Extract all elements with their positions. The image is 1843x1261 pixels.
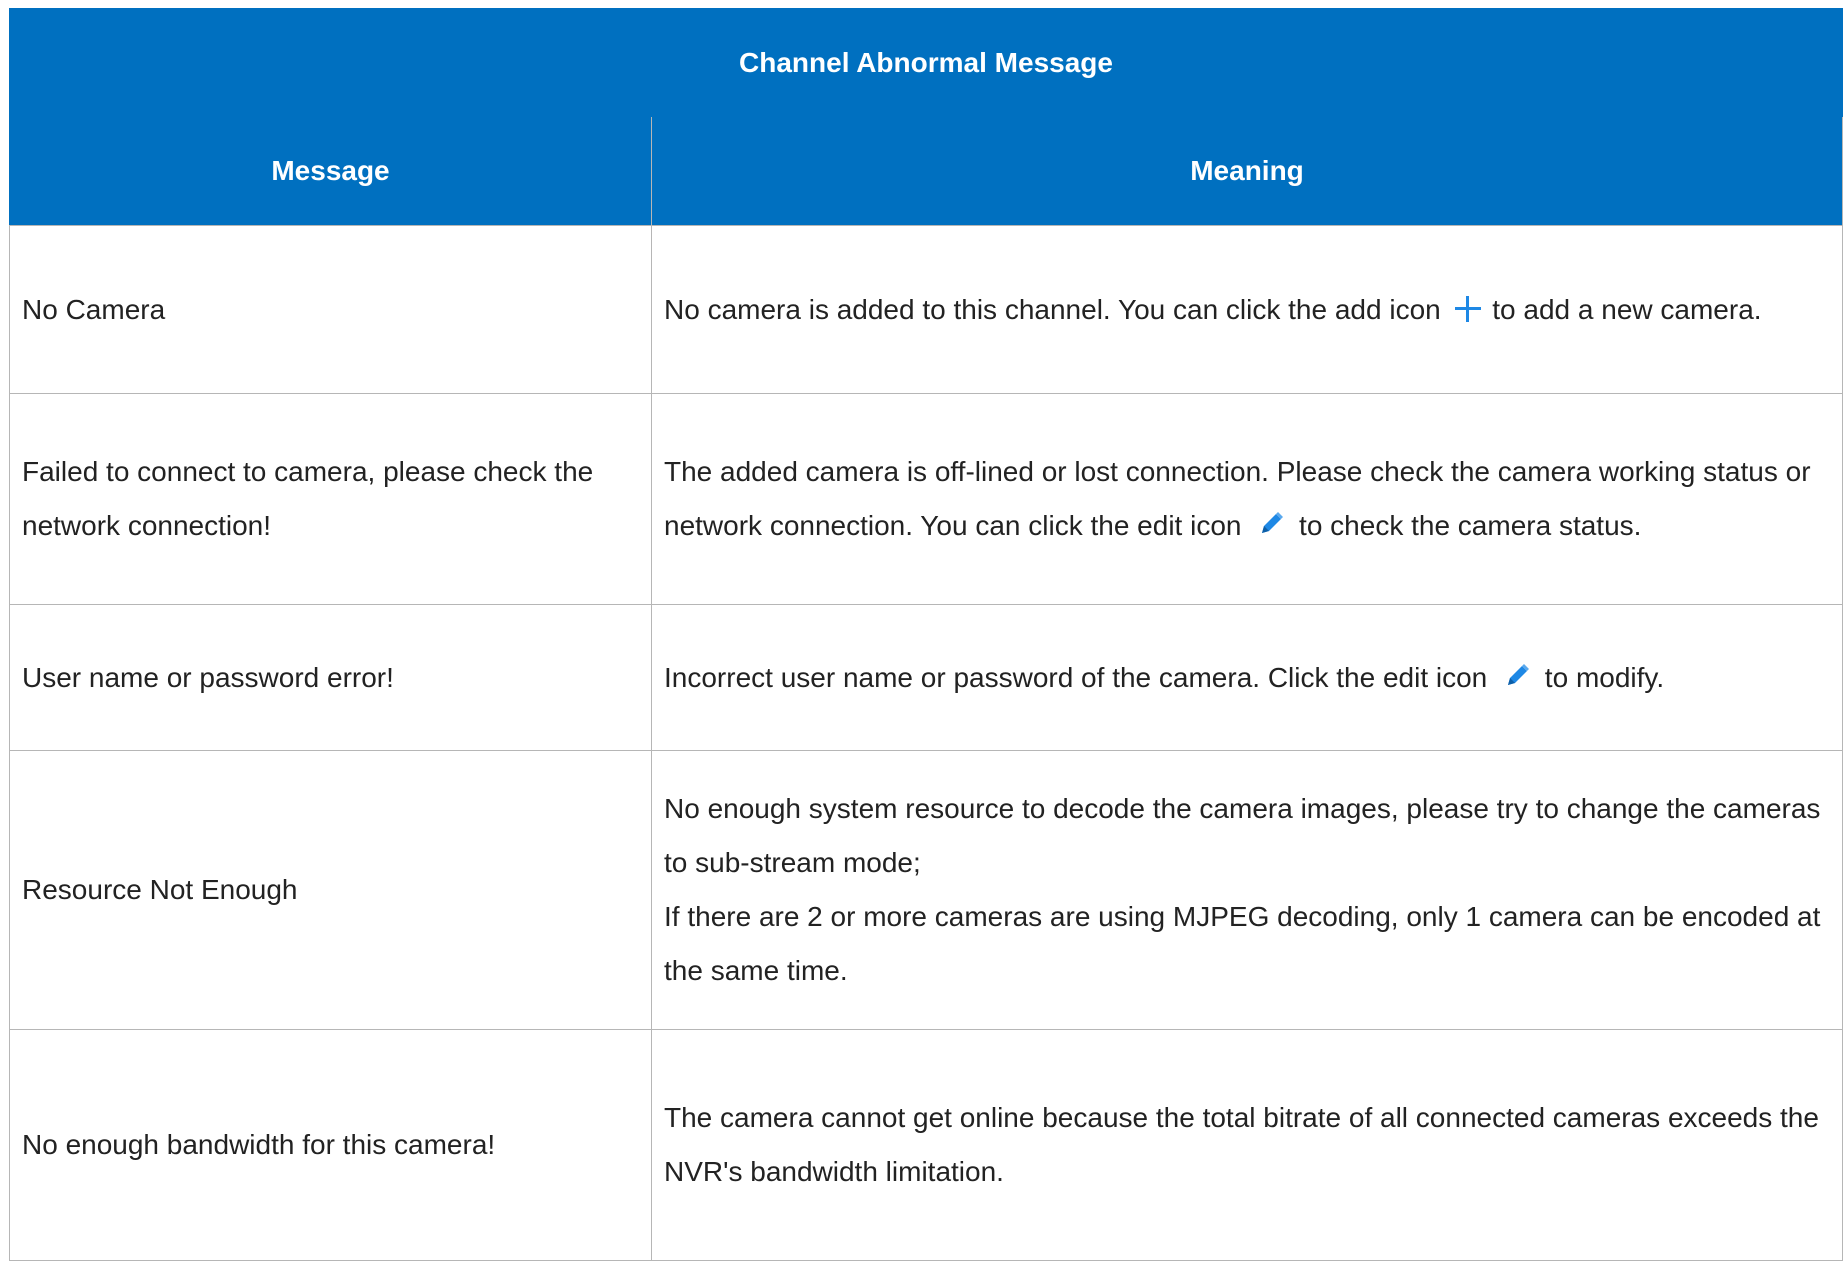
meaning-cell: No enough system resource to decode the … bbox=[651, 750, 1843, 1030]
table-title-row: Channel Abnormal Message bbox=[9, 8, 1843, 117]
message-cell: Resource Not Enough bbox=[9, 750, 652, 1030]
pencil-icon bbox=[1508, 663, 1530, 685]
table-row: Failed to connect to camera, please chec… bbox=[9, 393, 1843, 605]
meaning-text: to modify. bbox=[1537, 661, 1665, 693]
table-header-row: Message Meaning bbox=[9, 116, 1843, 226]
meaning-cell: Incorrect user name or password of the c… bbox=[651, 604, 1843, 751]
table-row: No enough bandwidth for this camera! The… bbox=[9, 1029, 1843, 1261]
header-message: Message bbox=[9, 116, 652, 226]
pencil-icon bbox=[1262, 512, 1284, 533]
meaning-text: to add a new camera. bbox=[1484, 293, 1762, 325]
message-cell: No enough bandwidth for this camera! bbox=[9, 1029, 652, 1261]
meaning-text: If there are 2 or more cameras are using… bbox=[664, 901, 1821, 986]
table-row: No Camera No camera is added to this cha… bbox=[9, 225, 1843, 394]
meaning-text: Incorrect user name or password of the c… bbox=[664, 661, 1496, 693]
meaning-cell: No camera is added to this channel. You … bbox=[651, 225, 1843, 394]
table-title: Channel Abnormal Message bbox=[9, 8, 1843, 117]
meaning-text: No camera is added to this channel. You … bbox=[664, 293, 1449, 325]
message-cell: Failed to connect to camera, please chec… bbox=[9, 393, 652, 605]
plus-icon bbox=[1454, 295, 1481, 322]
meaning-text: to check the camera status. bbox=[1291, 510, 1642, 541]
meaning-cell: The added camera is off-lined or lost co… bbox=[651, 393, 1843, 605]
table-row: User name or password error! Incorrect u… bbox=[9, 604, 1843, 751]
table-row: Resource Not Enough No enough system res… bbox=[9, 750, 1843, 1030]
abnormal-message-table: Channel Abnormal Message Message Meaning… bbox=[9, 8, 1843, 1261]
message-cell: User name or password error! bbox=[9, 604, 652, 751]
message-cell: No Camera bbox=[9, 225, 652, 394]
meaning-text: No enough system resource to decode the … bbox=[664, 793, 1821, 878]
header-meaning: Meaning bbox=[651, 116, 1843, 226]
meaning-cell: The camera cannot get online because the… bbox=[651, 1029, 1843, 1261]
